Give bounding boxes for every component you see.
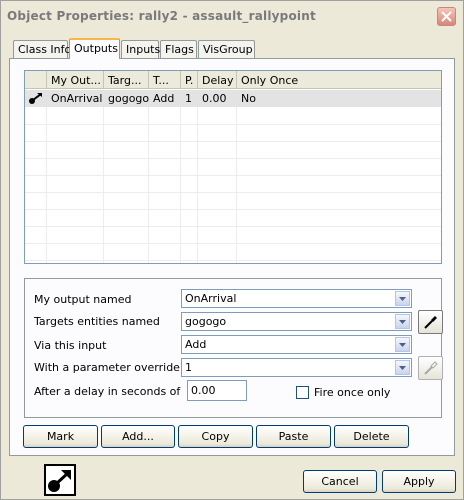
add-button[interactable]: Add...	[101, 425, 175, 448]
grid-line	[25, 158, 441, 159]
output-combo[interactable]: OnArrival	[181, 289, 412, 308]
input-value: Add	[185, 338, 207, 351]
output-connection-icon	[28, 90, 44, 107]
param-value: 1	[185, 361, 192, 374]
delay-field[interactable]: 0.00	[187, 380, 247, 401]
column-header-output[interactable]: My Out...	[47, 71, 104, 89]
column-header-delay[interactable]: Delay	[198, 71, 237, 89]
tab-flags[interactable]: Flags	[160, 40, 197, 58]
input-combo[interactable]: Add	[181, 335, 412, 354]
tab-class-info[interactable]: Class Info	[13, 40, 71, 58]
chevron-down-icon[interactable]	[395, 291, 410, 306]
close-icon	[441, 11, 452, 22]
paste-button[interactable]: Paste	[256, 425, 331, 448]
targets-label: Targets entities named	[34, 315, 160, 328]
targets-combo[interactable]: gogogo	[181, 312, 412, 331]
pick-target-button[interactable]	[418, 310, 443, 334]
delay-value: 0.00	[191, 384, 216, 397]
pick-param-button[interactable]	[418, 356, 443, 380]
eyedropper-icon	[423, 361, 438, 375]
grid-line	[180, 90, 181, 263]
tab-outputs[interactable]: Outputs	[69, 38, 120, 59]
cancel-button[interactable]: Cancel	[303, 470, 377, 493]
column-header-param[interactable]: P.	[181, 71, 198, 89]
grid-line	[197, 90, 198, 263]
delay-label: After a delay in seconds of	[34, 385, 181, 398]
grid-line	[46, 90, 47, 263]
close-button[interactable]	[437, 7, 456, 26]
grid-line	[25, 175, 441, 176]
cell-param: 1	[185, 92, 192, 105]
apply-button[interactable]: Apply	[382, 470, 456, 493]
window-title: Object Properties: rally2 - assault_rall…	[7, 9, 316, 23]
tab-visgroup[interactable]: VisGroup	[198, 40, 255, 58]
output-properties-group: My output named OnArrival Targets entiti…	[24, 278, 443, 418]
param-combo[interactable]: 1	[181, 358, 412, 377]
grid-line	[25, 192, 441, 193]
input-label: Via this input	[34, 339, 107, 352]
grid-line	[25, 260, 441, 261]
targets-value: gogogo	[185, 315, 227, 328]
column-header-input[interactable]: T...	[149, 71, 181, 89]
cell-delay: 0.00	[202, 92, 227, 105]
list-header: My Out... Targ... T... P. Delay Only Onc…	[25, 71, 441, 89]
cell-target: gogogo	[108, 92, 150, 105]
grid-line	[25, 226, 441, 227]
param-label: With a parameter override of	[34, 361, 195, 374]
column-header-target[interactable]: Targ...	[104, 71, 149, 89]
eyedropper-icon	[423, 316, 437, 329]
cell-only-once: No	[241, 92, 256, 105]
chevron-down-icon[interactable]	[395, 337, 410, 352]
chevron-down-icon[interactable]	[395, 314, 410, 329]
column-header-icon[interactable]	[25, 71, 47, 89]
output-label: My output named	[34, 293, 132, 306]
table-row[interactable]: OnArrival gogogo Add 1 0.00 No	[25, 90, 441, 107]
tab-inputs[interactable]: Inputs	[121, 40, 160, 58]
grid-line	[103, 90, 104, 263]
grid-line	[25, 124, 441, 125]
grid-line	[148, 90, 149, 263]
fire-once-label: Fire once only	[314, 386, 391, 399]
cell-input: Add	[153, 92, 175, 105]
output-value: OnArrival	[185, 292, 237, 305]
mark-button[interactable]: Mark	[23, 425, 98, 448]
column-header-only-once[interactable]: Only Once	[237, 71, 441, 89]
delete-button[interactable]: Delete	[334, 425, 409, 448]
chevron-down-icon[interactable]	[395, 360, 410, 375]
title-bar[interactable]: Object Properties: rally2 - assault_rall…	[1, 1, 463, 31]
grid-line	[25, 209, 441, 210]
outputs-tab-panel: My Out... Targ... T... P. Delay Only Onc…	[9, 58, 455, 456]
outputs-list[interactable]: My Out... Targ... T... P. Delay Only Onc…	[24, 70, 442, 264]
output-connection-icon	[44, 464, 76, 496]
fire-once-checkbox[interactable]	[296, 386, 309, 399]
cell-output: OnArrival	[51, 92, 103, 105]
object-properties-dialog: Object Properties: rally2 - assault_rall…	[0, 0, 464, 500]
grid-line	[25, 141, 441, 142]
copy-button[interactable]: Copy	[178, 425, 253, 448]
grid-line	[236, 90, 237, 263]
grid-line	[25, 243, 441, 244]
